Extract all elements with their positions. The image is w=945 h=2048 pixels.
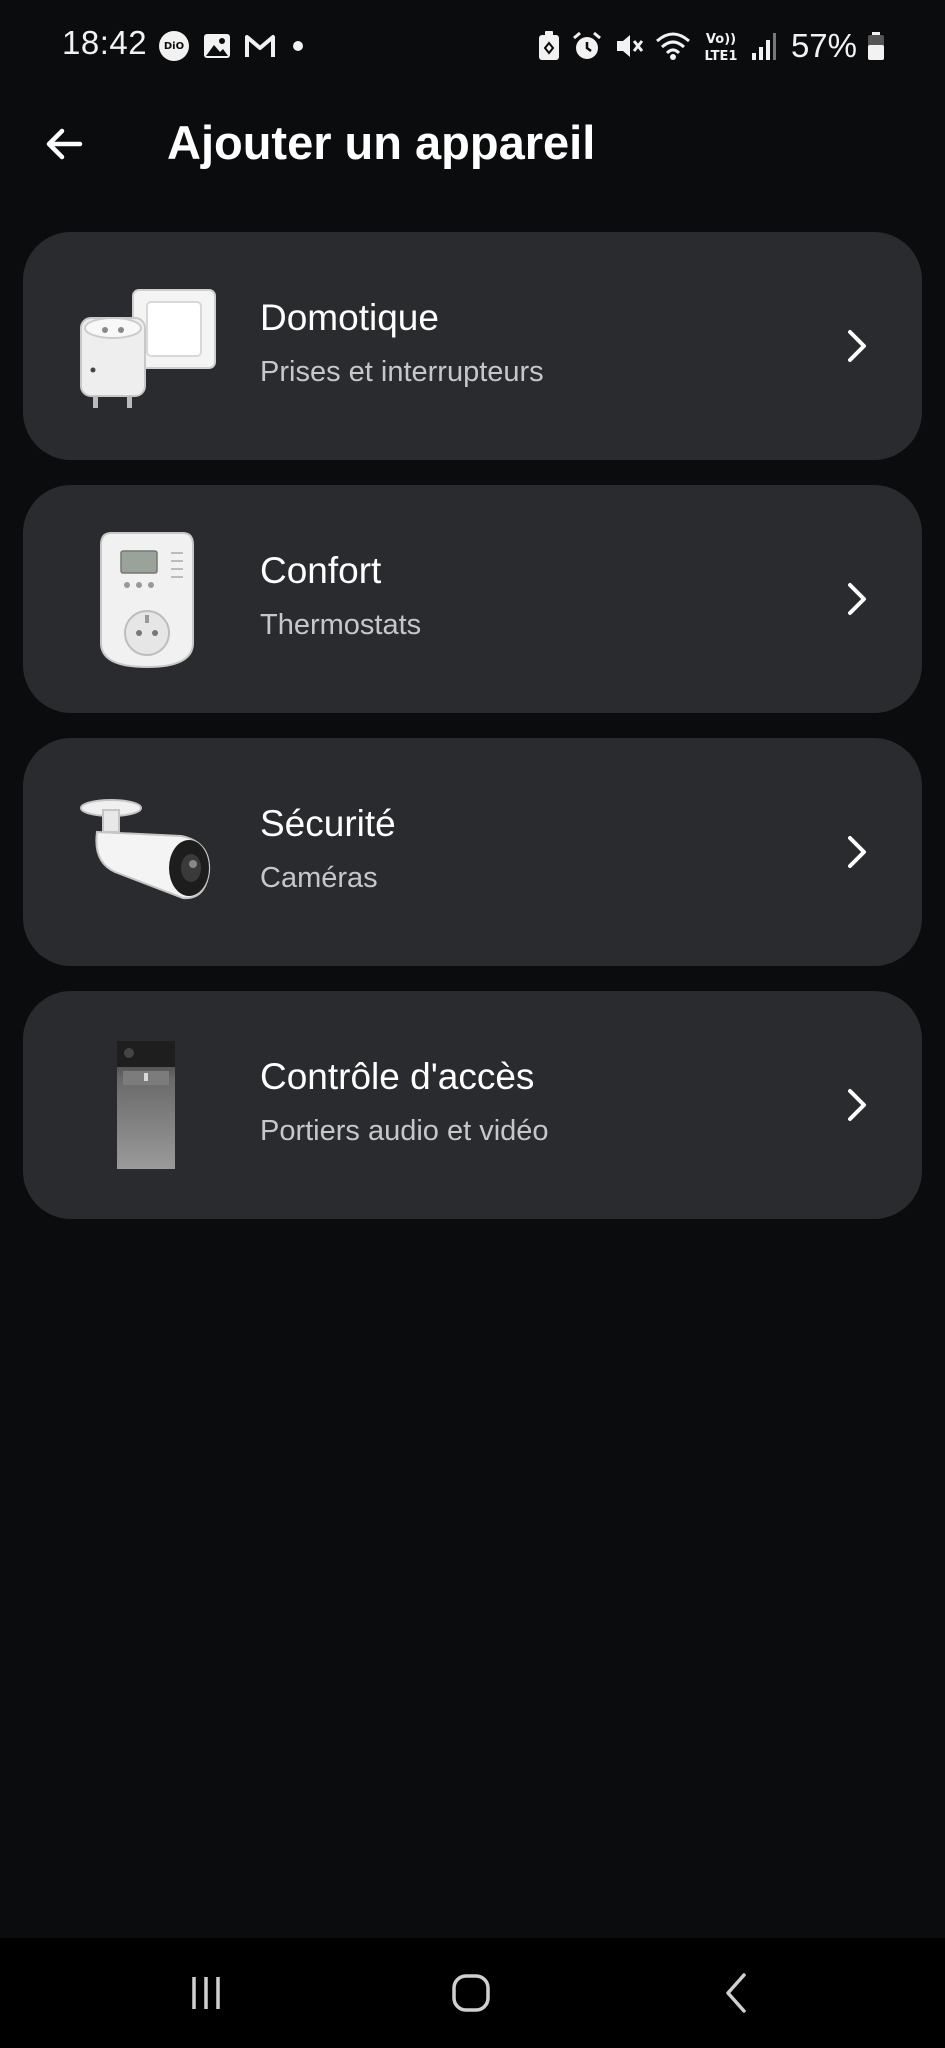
thermostat-image [71, 523, 221, 673]
navigation-bar [0, 1938, 945, 2048]
dot-icon [288, 36, 308, 56]
nav-back-button[interactable] [696, 1963, 776, 2023]
chevron-right-icon [836, 326, 876, 366]
smart-plug-switch-image [71, 270, 221, 420]
notification-icons: DiO [158, 28, 308, 64]
recent-apps-button[interactable] [166, 1963, 246, 2023]
status-bar: 18:42 DiO Vo)) LTE1 57% [0, 0, 945, 92]
dio-app-icon: DiO [158, 30, 190, 62]
gallery-icon [202, 31, 232, 61]
recent-apps-icon [186, 1973, 226, 2013]
battery-icon [867, 31, 885, 61]
arrow-left-icon [42, 122, 86, 166]
gmail-icon [244, 33, 276, 59]
camera-image [71, 776, 221, 926]
chevron-right-icon [836, 1085, 876, 1125]
chevron-right-icon [836, 832, 876, 872]
category-card-controle-acces[interactable]: Contrôle d'accès Portiers audio et vidéo [23, 991, 922, 1219]
card-subtitle: Caméras [260, 862, 378, 894]
home-button[interactable] [431, 1963, 511, 2023]
volte-label: Vo)) [706, 32, 736, 47]
category-card-domotique[interactable]: Domotique Prises et interrupteurs [23, 232, 922, 460]
card-title: Confort [260, 550, 382, 591]
alarm-icon [571, 30, 603, 62]
battery-saver-icon [537, 30, 561, 62]
card-subtitle: Thermostats [260, 609, 422, 641]
home-icon [450, 1972, 492, 2014]
svg-text:DiO: DiO [164, 41, 184, 52]
lte-label: LTE1 [704, 49, 737, 64]
card-subtitle: Portiers audio et vidéo [260, 1115, 549, 1147]
doorbell-image [71, 1029, 221, 1179]
category-card-confort[interactable]: Confort Thermostats [23, 485, 922, 713]
card-subtitle: Prises et interrupteurs [260, 356, 544, 388]
card-title: Domotique [260, 297, 439, 338]
chevron-right-icon [836, 579, 876, 619]
wifi-icon [655, 31, 691, 61]
back-icon [716, 1971, 756, 2015]
back-button[interactable] [28, 108, 100, 180]
system-status-icons: Vo)) LTE1 57% [537, 24, 885, 68]
header: Ajouter un appareil [0, 92, 945, 222]
card-title: Sécurité [260, 803, 396, 844]
page-title: Ajouter un appareil [167, 116, 596, 169]
category-list: Domotique Prises et interrupteurs Confor… [23, 232, 922, 1244]
card-title: Contrôle d'accès [260, 1056, 535, 1097]
volte-lte-icon: Vo)) LTE1 [701, 28, 741, 64]
signal-icon [751, 31, 777, 61]
category-card-securite[interactable]: Sécurité Caméras [23, 738, 922, 966]
mute-icon [613, 30, 645, 62]
battery-percent: 57% [790, 27, 857, 64]
status-time: 18:42 [62, 24, 148, 61]
